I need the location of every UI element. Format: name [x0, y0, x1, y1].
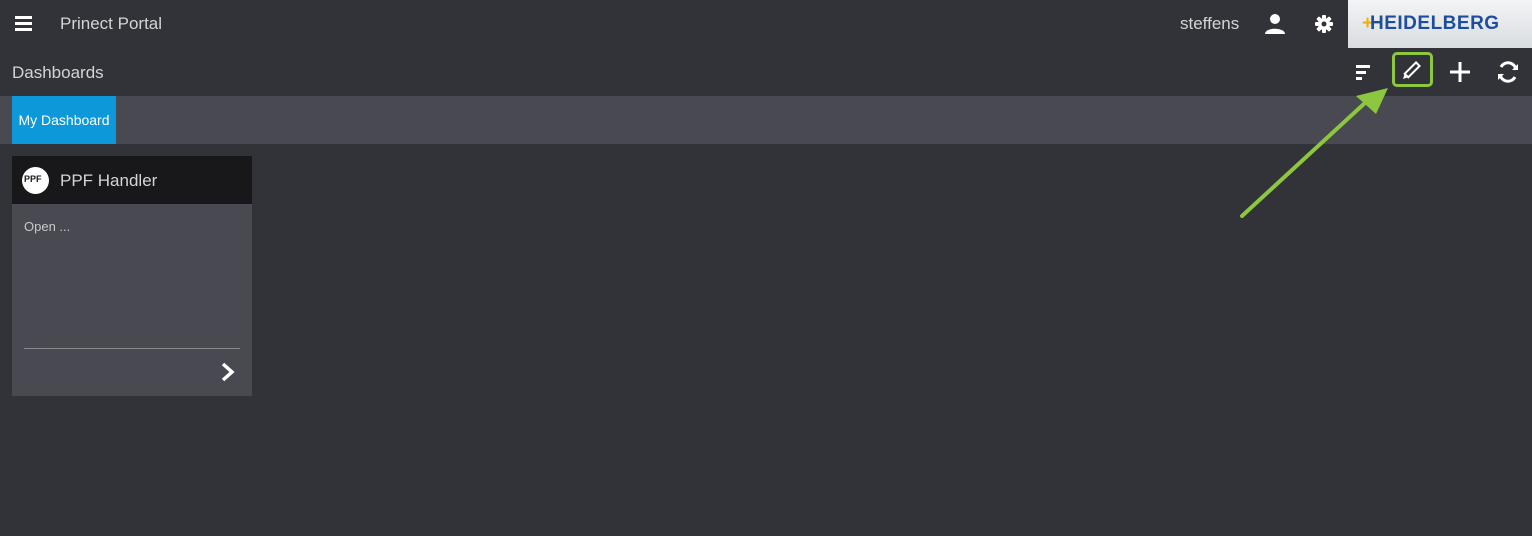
hamburger-menu-button[interactable] — [14, 14, 34, 34]
user-icon[interactable] — [1263, 12, 1287, 36]
tab-my-dashboard[interactable]: My Dashboard — [12, 96, 116, 144]
sort-button[interactable] — [1350, 58, 1378, 86]
username-label[interactable]: steffens — [1180, 13, 1239, 35]
sort-icon — [1356, 65, 1370, 80]
logo-text: HEIDELBERG — [1370, 13, 1500, 34]
add-button[interactable] — [1446, 58, 1474, 86]
widget-open-link[interactable]: Open ... — [24, 219, 70, 235]
menu-line — [15, 16, 32, 19]
widget-header: PPF PPF Handler — [12, 156, 252, 204]
chevron-right-icon[interactable] — [218, 360, 238, 384]
edit-dashboard-button[interactable] — [1392, 52, 1433, 87]
gear-icon[interactable] — [1312, 12, 1336, 36]
app-title: Prinect Portal — [60, 14, 163, 33]
widget-divider — [24, 348, 240, 349]
refresh-icon — [1498, 61, 1518, 83]
pencil-icon — [1402, 61, 1421, 80]
heidelberg-logo[interactable]: + HEIDELBERG — [1348, 0, 1532, 48]
page-title: Dashboards — [12, 63, 104, 82]
widget-icon-label: PPF — [24, 174, 42, 184]
refresh-button[interactable] — [1494, 58, 1522, 86]
menu-line — [15, 28, 32, 31]
ppf-handler-icon: PPF — [22, 167, 49, 194]
dashboard-tab-bar: My Dashboard — [0, 96, 1532, 144]
page-toolbar: Dashboards — [0, 48, 1532, 96]
widget-title: PPF Handler — [60, 171, 158, 190]
top-bar: Prinect Portal steffens + HEIDELBERG — [0, 0, 1532, 48]
ppf-handler-widget: PPF PPF Handler Open ... — [12, 156, 252, 396]
menu-line — [15, 22, 32, 25]
plus-icon — [1450, 62, 1470, 82]
